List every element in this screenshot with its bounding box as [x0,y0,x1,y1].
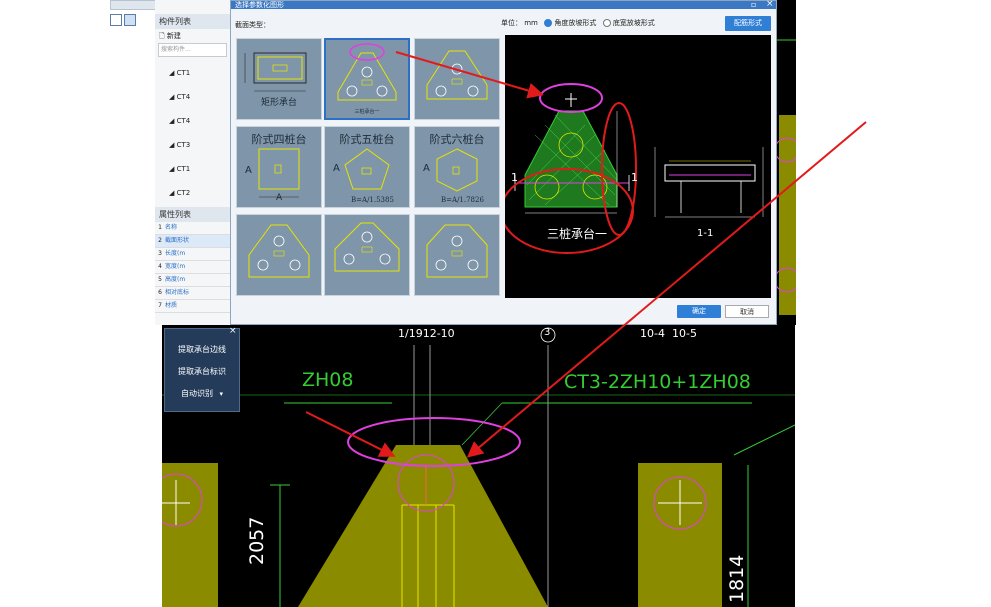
annotation-overlay [305,51,867,458]
annotation-arrow [305,411,396,457]
annotation-arrow [466,121,867,458]
annotation-arrow [395,51,544,99]
